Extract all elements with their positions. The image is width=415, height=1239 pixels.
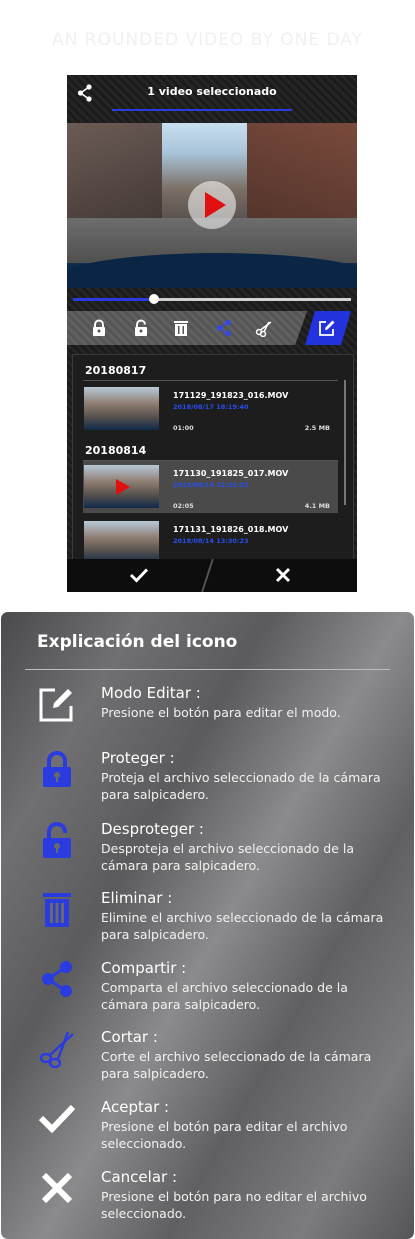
divider bbox=[25, 669, 390, 670]
icon-legend-panel: Explicación del icono Modo Editar : Pres… bbox=[1, 612, 414, 1239]
legend-name: Aceptar : bbox=[101, 1098, 170, 1116]
video-thumbnail bbox=[84, 387, 159, 430]
video-preview[interactable] bbox=[67, 123, 357, 288]
file-name: 171131_191826_018.MOV bbox=[173, 525, 289, 534]
file-duration: 01:00 bbox=[173, 424, 194, 432]
file-list: 20180817 171129_191823_016.MOV 2018/08/1… bbox=[72, 354, 354, 561]
trash-icon bbox=[43, 893, 71, 927]
lock-icon bbox=[43, 751, 71, 787]
edit-mode-button[interactable] bbox=[305, 311, 351, 345]
list-item[interactable]: 171131_191826_018.MOV 2018/08/14 13:30:2… bbox=[83, 517, 338, 560]
check-icon[interactable] bbox=[129, 567, 149, 583]
scrollbar[interactable] bbox=[344, 380, 346, 505]
file-duration: 02:05 bbox=[173, 502, 194, 510]
legend-name: Modo Editar : bbox=[101, 684, 201, 702]
share-icon[interactable] bbox=[215, 319, 233, 337]
file-size: 4.1 MB bbox=[304, 502, 330, 510]
legend-name: Cancelar : bbox=[101, 1168, 177, 1186]
close-icon bbox=[41, 1172, 73, 1204]
file-name: 171129_191823_016.MOV bbox=[173, 391, 289, 400]
legend-desc: Presione el botón para editar el archivo… bbox=[101, 1119, 348, 1151]
legend-name: Compartir : bbox=[101, 959, 187, 977]
panel-title: Explicación del icono bbox=[37, 632, 238, 652]
file-date: 2018/08/14 13:30:23 bbox=[173, 537, 249, 545]
divider bbox=[83, 380, 338, 381]
video-thumbnail bbox=[84, 521, 159, 560]
action-toolbar bbox=[67, 311, 307, 345]
close-icon[interactable] bbox=[275, 567, 291, 583]
play-button[interactable] bbox=[188, 181, 236, 229]
legend-name: Eliminar : bbox=[101, 889, 173, 907]
legend-desc: Presione el botón para editar el modo. bbox=[101, 705, 341, 720]
list-item-selected[interactable]: 171130_191825_017.MOV 2018/08/14 12:15:3… bbox=[83, 461, 338, 513]
legend-desc: Corte el archivo seleccionado de la cáma… bbox=[101, 1049, 372, 1081]
file-size: 2.5 MB bbox=[304, 424, 330, 432]
legend-name: Desproteger : bbox=[101, 820, 204, 838]
play-icon bbox=[116, 479, 130, 495]
unlock-icon[interactable] bbox=[132, 319, 150, 337]
scissors-icon[interactable] bbox=[255, 319, 273, 337]
progress-slider[interactable] bbox=[73, 294, 351, 304]
title-underline bbox=[112, 109, 292, 111]
divider bbox=[200, 559, 214, 592]
edit-icon bbox=[319, 320, 335, 336]
date-header: 20180814 bbox=[85, 444, 147, 457]
lock-icon[interactable] bbox=[90, 319, 108, 337]
check-icon bbox=[38, 1104, 76, 1134]
bottom-bar bbox=[67, 559, 357, 592]
legend-desc: Presione el botón para no editar el arch… bbox=[101, 1189, 367, 1221]
edit-icon bbox=[39, 688, 73, 722]
progress-fill bbox=[73, 298, 154, 301]
screen-title: 1 video seleccionado bbox=[147, 85, 277, 98]
legend-name: Proteger : bbox=[101, 749, 175, 767]
list-item[interactable]: 171129_191823_016.MOV 2018/08/17 18:19:4… bbox=[83, 383, 338, 435]
slider-knob[interactable] bbox=[148, 294, 159, 304]
file-date: 2018/08/17 18:19:40 bbox=[173, 403, 249, 411]
share-icon bbox=[42, 961, 72, 997]
file-name: 171130_191825_017.MOV bbox=[173, 469, 289, 478]
faded-header-text: AN ROUNDED VIDEO BY ONE DAY bbox=[52, 30, 363, 50]
phone-screen: 1 video seleccionado 20180817 171129_191… bbox=[67, 75, 357, 592]
legend-desc: Proteja el archivo seleccionado de la cá… bbox=[101, 770, 381, 802]
legend-desc: Elimine el archivo seleccionado de la cá… bbox=[101, 910, 384, 942]
scissors-icon bbox=[39, 1031, 74, 1068]
date-header: 20180817 bbox=[85, 364, 147, 377]
legend-desc: Desproteja el archivo seleccionado de la… bbox=[101, 841, 355, 873]
top-bar: 1 video seleccionado bbox=[67, 75, 357, 123]
trash-icon[interactable] bbox=[172, 319, 190, 337]
file-date: 2018/08/14 12:15:33 bbox=[173, 481, 249, 489]
legend-name: Cortar : bbox=[101, 1028, 158, 1046]
video-thumbnail bbox=[84, 465, 159, 508]
unlock-icon bbox=[43, 822, 71, 858]
legend-desc: Comparta el archivo seleccionado de la c… bbox=[101, 980, 348, 1012]
